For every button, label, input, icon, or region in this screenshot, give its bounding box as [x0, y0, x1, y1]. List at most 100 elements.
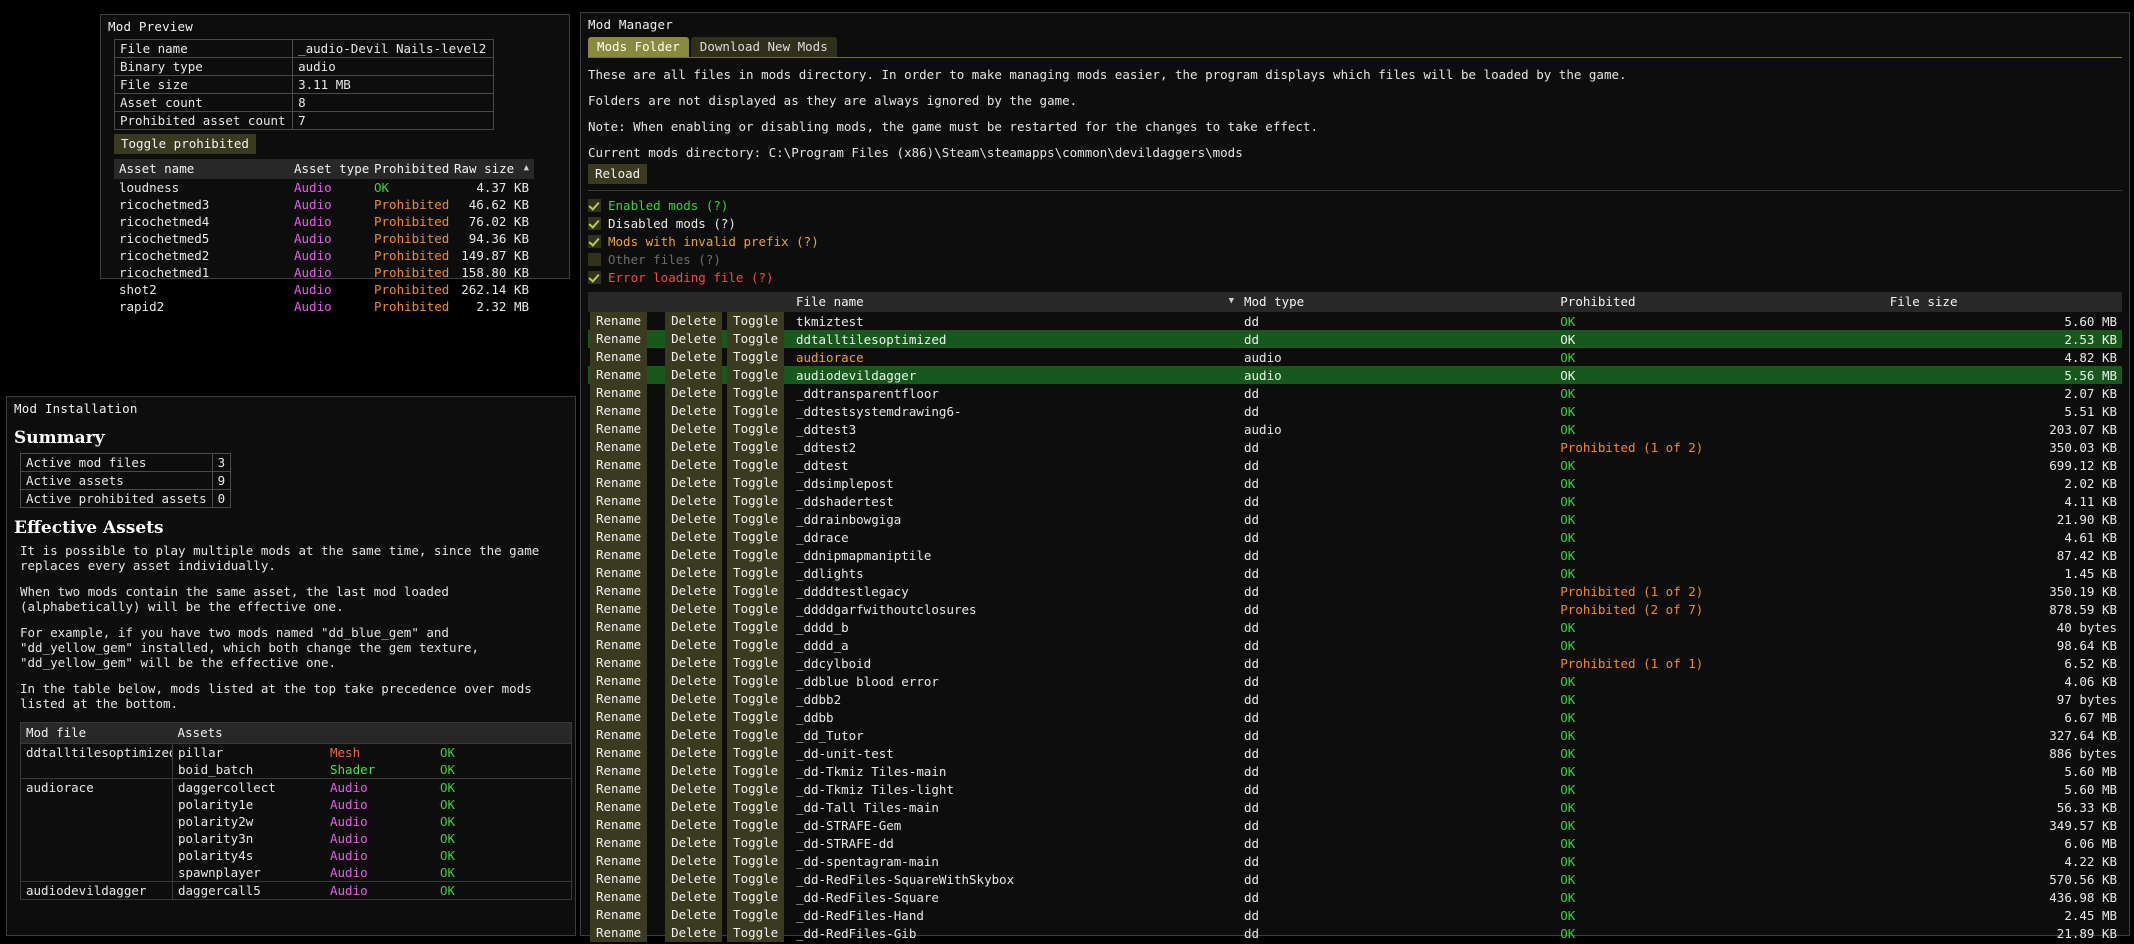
rename-button[interactable]: Rename: [590, 456, 648, 474]
table-row[interactable]: Rename Delete Toggle _dd-STRAFE-dd dd OK 6.06 …: [588, 834, 2122, 852]
toggle-button[interactable]: Toggle: [727, 888, 785, 906]
delete-button[interactable]: Delete: [665, 708, 723, 726]
table-row[interactable]: Rename Delete Toggle _ddsimplepost dd OK 2.02 …: [588, 474, 2122, 492]
toggle-button[interactable]: Toggle: [727, 312, 785, 330]
rename-button[interactable]: Rename: [590, 672, 648, 690]
toggle-button[interactable]: Toggle: [727, 564, 785, 582]
rename-button[interactable]: Rename: [590, 636, 648, 654]
column-header-file-size[interactable]: File size: [1884, 292, 2122, 312]
delete-button[interactable]: Delete: [665, 726, 723, 744]
rename-button[interactable]: Rename: [590, 654, 648, 672]
table-row[interactable]: Rename Delete Toggle _ddtestsystemdrawing6-…: [588, 402, 2122, 420]
delete-button[interactable]: Delete: [665, 600, 723, 618]
delete-button[interactable]: Delete: [665, 456, 723, 474]
delete-button[interactable]: Delete: [665, 438, 723, 456]
column-header-prohibited[interactable]: Prohibited: [1555, 292, 1885, 312]
rename-button[interactable]: Rename: [590, 852, 648, 870]
toggle-button[interactable]: Toggle: [727, 456, 785, 474]
table-row[interactable]: Rename Delete Toggle _ddbb2 dd OK 97 bytes: [588, 690, 2122, 708]
table-row[interactable]: ricochetmed2 Audio Prohibited 149.87 KB: [114, 247, 534, 264]
delete-button[interactable]: Delete: [665, 420, 723, 438]
column-header-mod-file[interactable]: Mod file: [20, 722, 173, 744]
rename-button[interactable]: Rename: [590, 870, 648, 888]
table-row[interactable]: Rename Delete Toggle _dddd_a dd OK 98.64 KB: [588, 636, 2122, 654]
table-row[interactable]: Rename Delete Toggle _ddblue blood error dd O…: [588, 672, 2122, 690]
table-row[interactable]: Rename Delete Toggle _ddtest dd OK 699.12 KB: [588, 456, 2122, 474]
checkbox-mods-with-invalid-prefix[interactable]: [588, 235, 601, 248]
delete-button[interactable]: Delete: [665, 906, 723, 924]
table-row[interactable]: Rename Delete Toggle _dd-RedFiles-Gib dd OK 21…: [588, 924, 2122, 942]
delete-button[interactable]: Delete: [665, 402, 723, 420]
column-header-file-name[interactable]: File name ▼: [790, 292, 1239, 312]
rename-button[interactable]: Rename: [590, 762, 648, 780]
table-row[interactable]: shot2 Audio Prohibited 262.14 KB: [114, 281, 534, 298]
table-row[interactable]: Rename Delete Toggle _ddcylboid dd Prohibited…: [588, 654, 2122, 672]
delete-button[interactable]: Delete: [665, 348, 723, 366]
rename-button[interactable]: Rename: [590, 708, 648, 726]
rename-button[interactable]: Rename: [590, 492, 648, 510]
table-row[interactable]: Rename Delete Toggle _dd-RedFiles-Square dd O…: [588, 888, 2122, 906]
table-row[interactable]: rapid2 Audio Prohibited 2.32 MB: [114, 298, 534, 315]
delete-button[interactable]: Delete: [665, 870, 723, 888]
tab-download-new-mods[interactable]: Download New Mods: [690, 37, 837, 57]
table-row[interactable]: Rename Delete Toggle _ddtest3 audio OK 203.07 …: [588, 420, 2122, 438]
checkbox-enabled-mods[interactable]: [588, 199, 601, 212]
table-row[interactable]: ricochetmed3 Audio Prohibited 46.62 KB: [114, 196, 534, 213]
table-row[interactable]: ricochetmed5 Audio Prohibited 94.36 KB: [114, 230, 534, 247]
rename-button[interactable]: Rename: [590, 528, 648, 546]
rename-button[interactable]: Rename: [590, 798, 648, 816]
toggle-button[interactable]: Toggle: [727, 744, 785, 762]
delete-button[interactable]: Delete: [665, 618, 723, 636]
toggle-button[interactable]: Toggle: [727, 600, 785, 618]
checkbox-other-files[interactable]: [588, 253, 601, 266]
table-row[interactable]: Rename Delete Toggle _ddtest2 dd Prohibited (…: [588, 438, 2122, 456]
rename-button[interactable]: Rename: [590, 330, 648, 348]
table-row[interactable]: Rename Delete Toggle _dd_Tutor dd OK 327.64 KB: [588, 726, 2122, 744]
rename-button[interactable]: Rename: [590, 564, 648, 582]
column-header-prohibited[interactable]: Prohibited: [369, 159, 449, 179]
column-header-assets[interactable]: Assets: [172, 722, 572, 744]
delete-button[interactable]: Delete: [665, 384, 723, 402]
table-row[interactable]: loudness Audio OK 4.37 KB: [114, 179, 534, 196]
table-row[interactable]: Rename Delete Toggle _dd-RedFiles-SquareWit…: [588, 870, 2122, 888]
delete-button[interactable]: Delete: [665, 852, 723, 870]
toggle-button[interactable]: Toggle: [727, 798, 785, 816]
delete-button[interactable]: Delete: [665, 366, 723, 384]
delete-button[interactable]: Delete: [665, 474, 723, 492]
table-row[interactable]: Rename Delete Toggle _dd-STRAFE-Gem dd OK 349.…: [588, 816, 2122, 834]
column-header-mod-type[interactable]: Mod type: [1239, 292, 1556, 312]
toggle-button[interactable]: Toggle: [727, 402, 785, 420]
rename-button[interactable]: Rename: [590, 438, 648, 456]
rename-button[interactable]: Rename: [590, 924, 648, 942]
delete-button[interactable]: Delete: [665, 816, 723, 834]
toggle-button[interactable]: Toggle: [727, 708, 785, 726]
column-header-asset-name[interactable]: Asset name: [114, 159, 289, 179]
rename-button[interactable]: Rename: [590, 618, 648, 636]
delete-button[interactable]: Delete: [665, 510, 723, 528]
rename-button[interactable]: Rename: [590, 402, 648, 420]
delete-button[interactable]: Delete: [665, 672, 723, 690]
toggle-button[interactable]: Toggle: [727, 546, 785, 564]
toggle-button[interactable]: Toggle: [727, 780, 785, 798]
rename-button[interactable]: Rename: [590, 744, 648, 762]
table-row[interactable]: Rename Delete Toggle _ddddtestlegacy dd Prohi…: [588, 582, 2122, 600]
toggle-button[interactable]: Toggle: [727, 816, 785, 834]
rename-button[interactable]: Rename: [590, 384, 648, 402]
rename-button[interactable]: Rename: [590, 816, 648, 834]
toggle-button[interactable]: Toggle: [727, 582, 785, 600]
checkbox-error-loading-file[interactable]: [588, 271, 601, 284]
table-row[interactable]: Rename Delete Toggle _ddtransparentfloor dd O…: [588, 384, 2122, 402]
delete-button[interactable]: Delete: [665, 888, 723, 906]
table-row[interactable]: Rename Delete Toggle _ddshadertest dd OK 4.11 …: [588, 492, 2122, 510]
column-header-asset-type[interactable]: Asset type: [289, 159, 369, 179]
toggle-button[interactable]: Toggle: [727, 762, 785, 780]
table-row[interactable]: Rename Delete Toggle _ddddgarfwithoutclosur…: [588, 600, 2122, 618]
delete-button[interactable]: Delete: [665, 546, 723, 564]
rename-button[interactable]: Rename: [590, 600, 648, 618]
rename-button[interactable]: Rename: [590, 780, 648, 798]
toggle-button[interactable]: Toggle: [727, 834, 785, 852]
delete-button[interactable]: Delete: [665, 312, 723, 330]
toggle-button[interactable]: Toggle: [727, 870, 785, 888]
table-row[interactable]: Rename Delete Toggle _ddrainbowgiga dd OK 21.9…: [588, 510, 2122, 528]
delete-button[interactable]: Delete: [665, 528, 723, 546]
